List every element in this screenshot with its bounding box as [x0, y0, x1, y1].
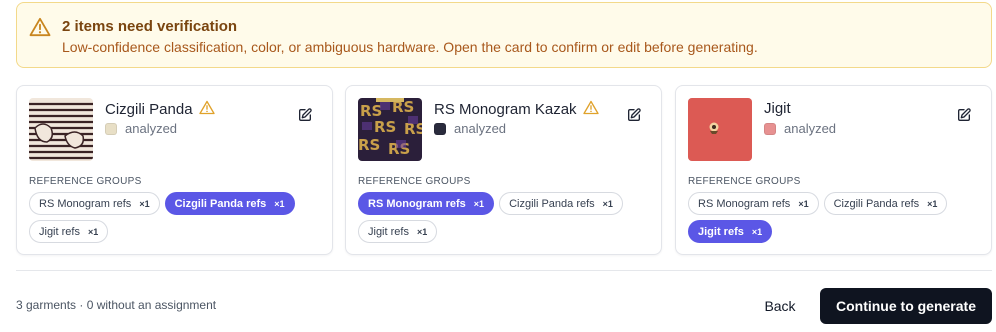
- reference-groups-heading: REFERENCE GROUPS: [358, 176, 471, 187]
- garment-thumbnail: [688, 98, 752, 161]
- garment-card-cizgili-panda[interactable]: Cizgili Panda analyzed REFERENCE GROUPS …: [16, 85, 333, 255]
- chip-cizgili-panda-refs[interactable]: Cizgili Panda refs ×1: [823, 192, 948, 215]
- reference-groups-heading: REFERENCE GROUPS: [29, 176, 142, 187]
- chip-jigit-refs[interactable]: Jigit refs ×1: [688, 220, 773, 243]
- chip-count: ×1: [751, 226, 763, 237]
- warning-icon: [582, 100, 599, 115]
- reference-group-chips: RS Monogram refs ×1 Cizgili Panda refs ×1 …: [688, 192, 988, 243]
- edit-icon: [958, 108, 971, 121]
- chip-count: ×1: [927, 198, 938, 209]
- status-label: analyzed: [125, 121, 178, 136]
- chip-count: ×1: [602, 198, 613, 209]
- chip-count: ×1: [87, 226, 99, 237]
- status-label: analyzed: [784, 121, 837, 136]
- edit-icon: [299, 108, 312, 121]
- chip-label: Cizgili Panda refs: [174, 197, 267, 210]
- garment-name: Jigit: [764, 100, 791, 117]
- svg-text:RS: RS: [358, 136, 380, 154]
- chip-label: Cizgili Panda refs: [509, 197, 595, 210]
- chip-label: Jigit refs: [368, 225, 409, 238]
- edit-button[interactable]: [295, 105, 315, 125]
- back-button[interactable]: Back: [752, 288, 808, 324]
- chip-jigit-refs[interactable]: Jigit refs ×1: [358, 220, 438, 243]
- chip-rs-monogram-refs[interactable]: RS Monogram refs ×1: [358, 192, 495, 215]
- garment-name: RS Monogram Kazak: [434, 100, 599, 118]
- chip-count: ×1: [274, 198, 285, 209]
- garment-status: analyzed: [764, 121, 836, 136]
- chip-cizgili-panda-refs[interactable]: Cizgili Panda refs ×1: [164, 192, 295, 215]
- edit-button[interactable]: [954, 105, 974, 125]
- footer-divider: [16, 270, 992, 271]
- chip-rs-monogram-refs[interactable]: RS Monogram refs ×1: [688, 192, 819, 215]
- verification-alert: 2 items need verification Low-confidence…: [16, 2, 992, 68]
- garment-status: analyzed: [434, 121, 506, 136]
- chip-count: ×1: [473, 198, 485, 209]
- chip-label: Jigit refs: [698, 225, 744, 238]
- garment-status: analyzed: [105, 121, 177, 136]
- edit-icon: [628, 108, 641, 121]
- chip-label: RS Monogram refs: [39, 197, 132, 210]
- chip-count: ×1: [416, 226, 428, 237]
- chip-label: Cizgili Panda refs: [833, 197, 920, 210]
- chip-label: Jigit refs: [39, 225, 80, 238]
- color-swatch: [105, 122, 117, 135]
- reference-groups-heading: REFERENCE GROUPS: [688, 176, 801, 187]
- chip-label: RS Monogram refs: [368, 197, 466, 210]
- warning-icon: [198, 100, 215, 115]
- garment-card-rs-monogram-kazak[interactable]: RS RS RS RS RS RS RS Monogram Kazak analyze…: [345, 85, 662, 255]
- color-swatch: [764, 122, 776, 135]
- reference-group-chips: RS Monogram refs ×1 Cizgili Panda refs ×1 …: [358, 192, 658, 243]
- chip-label: RS Monogram refs: [698, 197, 791, 210]
- alert-message: Low-confidence classification, color, or…: [62, 39, 758, 55]
- chip-cizgili-panda-refs[interactable]: Cizgili Panda refs ×1: [499, 192, 623, 215]
- edit-button[interactable]: [624, 105, 644, 125]
- garment-thumbnail: [29, 98, 93, 161]
- continue-to-generate-button[interactable]: Continue to generate: [820, 288, 992, 324]
- status-label: analyzed: [454, 121, 507, 136]
- garment-card-jigit[interactable]: Jigit analyzed REFERENCE GROUPS RS Monog…: [675, 85, 992, 255]
- reference-group-chips: RS Monogram refs ×1 Cizgili Panda refs ×1 …: [29, 192, 329, 243]
- assignment-summary: 3 garments · 0 without an assignment: [16, 298, 217, 312]
- svg-text:RS: RS: [374, 118, 396, 136]
- garment-name: Cizgili Panda: [105, 100, 215, 118]
- alert-title: 2 items need verification: [62, 18, 238, 35]
- chip-count: ×1: [798, 198, 809, 209]
- warning-icon: [29, 17, 51, 37]
- garment-thumbnail: RS RS RS RS RS RS: [358, 98, 422, 161]
- chip-rs-monogram-refs[interactable]: RS Monogram refs ×1: [29, 192, 160, 215]
- color-swatch: [434, 122, 446, 135]
- chip-jigit-refs[interactable]: Jigit refs ×1: [29, 220, 109, 243]
- chip-count: ×1: [139, 198, 150, 209]
